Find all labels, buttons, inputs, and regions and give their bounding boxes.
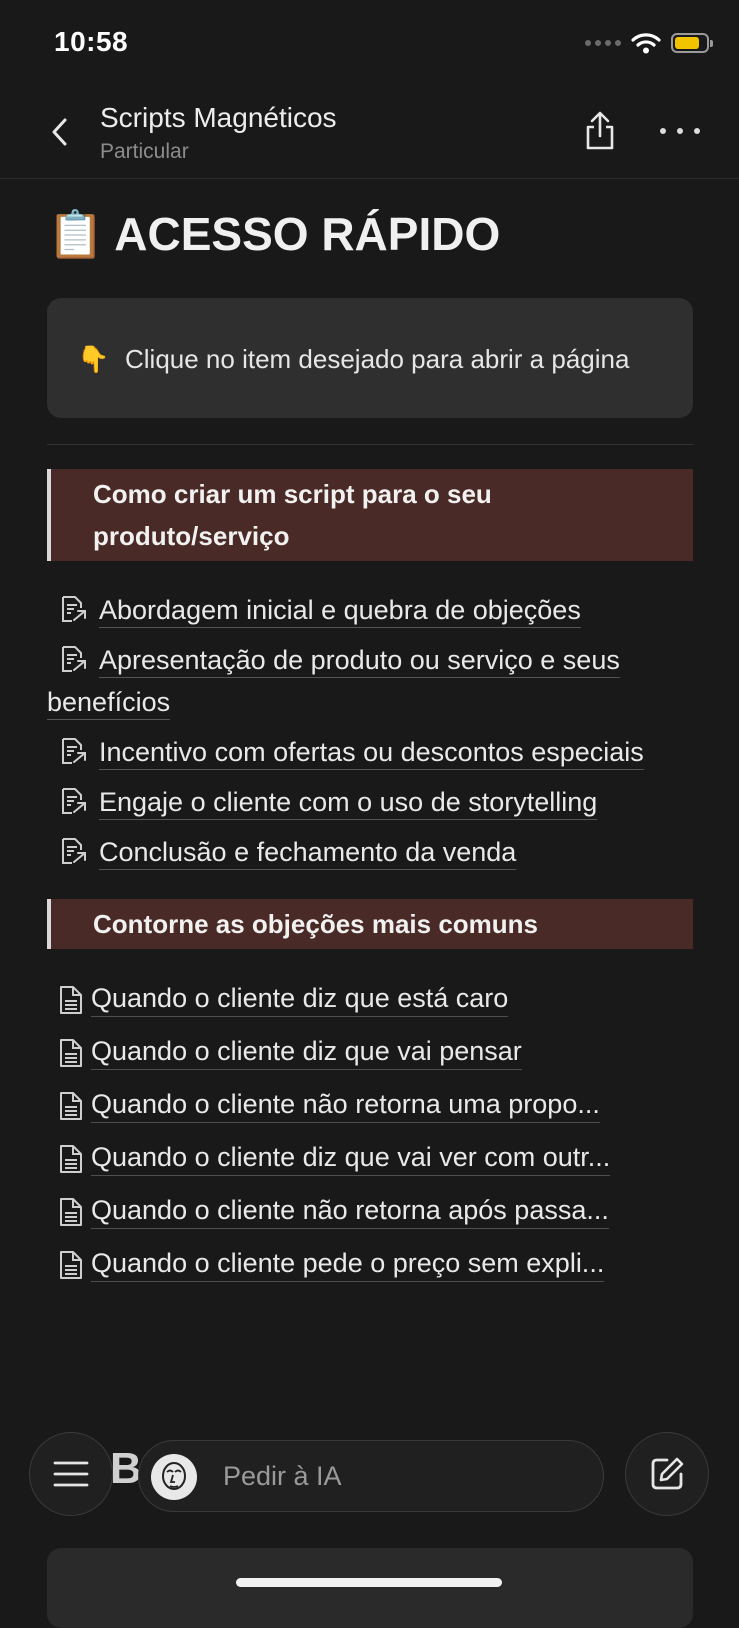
share-button[interactable] [582,110,618,152]
nav-bar: Scripts Magnéticos Particular [0,90,739,179]
linked-page-icon [62,788,86,814]
menu-button[interactable] [29,1432,113,1516]
linked-page-item[interactable]: Engaje o cliente com o uso de storytelli… [47,781,693,823]
divider [47,444,693,445]
section-header: Contorne as objeções mais comuns [47,899,693,949]
linked-page-item[interactable]: Incentivo com ofertas ou descontos espec… [47,731,693,773]
share-icon [586,111,614,150]
clipboard-icon: 📋 [47,208,105,260]
linked-page-item[interactable]: Abordagem inicial e quebra de objeções [47,589,693,631]
next-callout-partial [47,1548,693,1628]
page-icon [60,1198,82,1226]
home-indicator [236,1578,502,1587]
pointing-down-icon: 👇 [77,344,110,374]
link-label: Abordagem inicial e quebra de objeções [99,595,581,625]
chevron-left-icon [52,118,67,146]
page-item[interactable]: Quando o cliente diz que vai ver com out… [47,1138,693,1180]
ask-ai-placeholder: Pedir à IA [223,1461,342,1491]
page-title: Scripts Magnéticos [100,102,337,133]
link-label: Engaje o cliente com o uso de storytelli… [99,787,598,817]
page-label: Quando o cliente diz que está caro [91,983,509,1017]
objections-list: Quando o cliente diz que está caro Quand… [47,979,693,1286]
page-item[interactable]: Quando o cliente não retorna uma propo..… [47,1085,693,1127]
page-label: Quando o cliente pede o preço sem expli.… [91,1248,605,1282]
page-content: 📋 ACESSO RÁPIDO 👇 Clique no item desejad… [47,178,693,1297]
partial-heading-text: B [110,1444,142,1493]
ai-avatar-icon [151,1454,197,1500]
linked-page-icon [62,646,86,672]
new-page-button[interactable] [625,1432,709,1516]
linked-page-icon [62,596,86,622]
link-label: Incentivo com ofertas ou descontos espec… [99,737,644,767]
page-label: Quando o cliente diz que vai ver com out… [91,1142,611,1176]
link-label: Conclusão e fechamento da venda [99,837,517,867]
callout: 👇 Clique no item desejado para abrir a p… [47,298,693,418]
page-icon [60,1251,82,1279]
status-time: 10:58 [54,26,129,57]
page-icon [60,1039,82,1067]
script-links-list: Abordagem inicial e quebra de objeções A… [47,589,693,873]
page-item[interactable]: Quando o cliente diz que vai pensar [47,1032,693,1074]
ask-ai-input[interactable]: Pedir à IA [138,1440,604,1512]
linked-page-icon [62,738,86,764]
battery-icon [671,33,713,53]
linked-page-item[interactable]: Conclusão e fechamento da venda [47,831,693,873]
page-heading: 📋 ACESSO RÁPIDO [47,204,693,264]
status-bar: 10:58 [0,0,739,90]
page-item[interactable]: Quando o cliente não retorna após passa.… [47,1191,693,1233]
linked-page-item[interactable]: Apresentação de produto ou serviço e seu… [47,639,693,723]
page-icon [60,1092,82,1120]
page-item[interactable]: Quando o cliente diz que está caro [47,979,693,1021]
page-label: Quando o cliente não retorna após passa.… [91,1195,609,1229]
linked-page-icon [62,838,86,864]
back-button[interactable] [44,112,74,152]
page-item[interactable]: Quando o cliente pede o preço sem expli.… [47,1244,693,1286]
page-label: Quando o cliente diz que vai pensar [91,1036,522,1070]
cellular-signal-icon [585,40,621,46]
section-header: Como criar um script para o seu produto/… [47,469,693,561]
callout-text: Clique no item desejado para abrir a pág… [125,344,630,374]
wifi-icon [631,33,661,54]
heading-text: ACESSO RÁPIDO [114,208,501,260]
workspace-label: Particular [100,140,189,163]
compose-icon [651,1457,684,1490]
hamburger-menu-icon [53,1461,89,1487]
more-options-icon[interactable] [660,118,700,144]
page-icon [60,986,82,1014]
bottom-toolbar: B Pedir à IA [0,1432,739,1542]
status-icons [585,32,713,54]
page-icon [60,1145,82,1173]
link-label: Apresentação de produto ou serviço e seu… [47,645,620,717]
page-label: Quando o cliente não retorna uma propo..… [91,1089,600,1123]
